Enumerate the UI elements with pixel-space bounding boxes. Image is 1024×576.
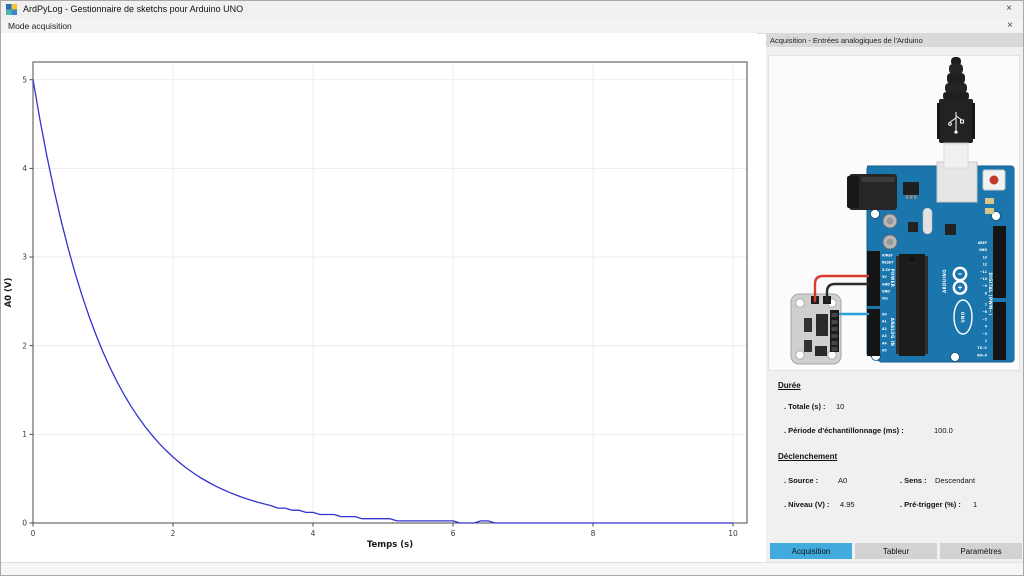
- power-label: POWER: [890, 269, 895, 288]
- analog-in-label: ANALOG IN: [890, 318, 895, 346]
- svg-text:3: 3: [22, 253, 27, 262]
- power-jack: [847, 174, 897, 210]
- chart-figure: 0 2 4 6 8 10 0 1 2 3 4 5 Temps (s) A0 (V): [0, 33, 757, 562]
- svg-text:Temps (s): Temps (s): [367, 540, 413, 550]
- svg-text:10: 10: [728, 529, 738, 538]
- source-label: . Source :: [784, 476, 818, 485]
- svg-text:~6: ~6: [982, 310, 988, 314]
- niveau-value: 4.95: [840, 500, 855, 509]
- totale-value: 10: [836, 402, 844, 411]
- title-bar: ArdPyLog - Gestionnaire de sketchs pour …: [0, 0, 1024, 19]
- periode-label: . Période d'échantillonnage (ms) :: [784, 426, 904, 435]
- svg-text:~9: ~9: [982, 284, 988, 288]
- svg-text:3.3V: 3.3V: [882, 268, 891, 272]
- svg-text:A0: A0: [882, 313, 887, 317]
- digital-pwm-label: DIGITAL (PWM~): [988, 273, 993, 316]
- arduino-board: IOREF RESET 3.3V 5V GND GND Vin A0 A1 A2 A3 A4 A5 ARE…: [847, 144, 1014, 362]
- menu-mode-acquisition[interactable]: Mode acquisition: [0, 18, 80, 33]
- svg-text:6: 6: [451, 529, 456, 538]
- digital-header-bottom: [993, 302, 1006, 360]
- totale-label: . Totale (s) :: [784, 402, 826, 411]
- svg-text:GND: GND: [979, 248, 987, 252]
- duree-heading: Durée: [778, 381, 801, 390]
- sensor-module: [791, 294, 841, 364]
- acquisition-chart: 0 2 4 6 8 10 0 1 2 3 4 5 Temps (s) A0 (V): [0, 33, 757, 562]
- tab-tableur[interactable]: Tableur: [855, 543, 937, 559]
- svg-text:A3: A3: [882, 334, 887, 338]
- svg-text:~10: ~10: [980, 277, 988, 281]
- power-header: [867, 251, 880, 306]
- panel-tab-bar: Acquisition Tableur Paramètres: [766, 543, 1024, 559]
- menu-bar: Mode acquisition ×: [0, 18, 1024, 34]
- svg-text:0: 0: [22, 519, 27, 528]
- svg-text:A2: A2: [882, 327, 887, 331]
- svg-text:~3: ~3: [982, 332, 987, 336]
- svg-text:13: 13: [983, 255, 987, 259]
- app-icon: [6, 4, 17, 15]
- source-value: A0: [838, 476, 847, 485]
- panel-header: Acquisition - Entrées analogiques de l'A…: [766, 33, 1024, 47]
- niveau-label: . Niveau (V) :: [784, 500, 829, 509]
- svg-text:A0 (V): A0 (V): [4, 277, 14, 307]
- arduino-uno-illustration: IOREF RESET 3.3V 5V GND GND Vin A0 A1 A2 A3 A4 A5 ARE…: [769, 56, 1019, 370]
- svg-text:~11: ~11: [980, 270, 987, 274]
- svg-text:4: 4: [22, 164, 27, 173]
- arduino-wiring-image: IOREF RESET 3.3V 5V GND GND Vin A0 A1 A2 A3 A4 A5 ARE…: [768, 55, 1020, 371]
- pretrigger-label: . Pré-trigger (%) :: [900, 500, 961, 509]
- pretrigger-value: 1: [973, 500, 977, 509]
- svg-text:1: 1: [22, 430, 27, 439]
- svg-text:RESET: RESET: [882, 261, 894, 265]
- svg-text:A5: A5: [882, 349, 887, 353]
- dock-close-icon[interactable]: ×: [1003, 19, 1017, 32]
- window-title: ArdPyLog - Gestionnaire de sketchs pour …: [23, 4, 243, 14]
- svg-text:2: 2: [171, 529, 176, 538]
- digital-header-top: [993, 226, 1006, 298]
- svg-text:TX→1: TX→1: [977, 346, 987, 350]
- sens-label: . Sens :: [900, 476, 927, 485]
- reset-button: [983, 170, 1005, 190]
- svg-text:2: 2: [22, 341, 27, 350]
- window-close-icon[interactable]: ×: [1002, 2, 1016, 15]
- svg-text:8: 8: [591, 529, 596, 538]
- periode-value: 100.0: [934, 426, 953, 435]
- svg-text:2: 2: [985, 339, 987, 343]
- declenchement-heading: Déclenchement: [778, 452, 837, 461]
- svg-text:5: 5: [22, 75, 27, 84]
- svg-text:Vin: Vin: [882, 297, 889, 301]
- svg-text:GND: GND: [882, 290, 890, 294]
- svg-text:4: 4: [311, 529, 316, 538]
- arduino-logo-text: ARDUINO: [942, 269, 947, 293]
- svg-text:A1: A1: [882, 320, 887, 324]
- atmega-chip: [896, 254, 928, 356]
- sens-value: Descendant: [935, 476, 975, 485]
- svg-text:A4: A4: [882, 341, 887, 345]
- svg-text:7: 7: [985, 303, 987, 307]
- svg-text:GND: GND: [882, 282, 890, 286]
- svg-text:AREF: AREF: [978, 241, 987, 245]
- uno-text: UNO: [961, 311, 966, 322]
- tab-parametres[interactable]: Paramètres: [940, 543, 1022, 559]
- tab-acquisition[interactable]: Acquisition: [770, 543, 852, 559]
- svg-text:RX←0: RX←0: [977, 353, 988, 357]
- svg-text:0: 0: [31, 529, 36, 538]
- svg-text:IOREF: IOREF: [882, 254, 893, 258]
- acquisition-panel: Acquisition - Entrées analogiques de l'A…: [766, 33, 1024, 562]
- svg-text:12: 12: [983, 263, 987, 267]
- svg-text:5V: 5V: [882, 275, 887, 279]
- svg-text:~5: ~5: [982, 317, 987, 321]
- analog-header: [867, 309, 880, 356]
- status-bar: [0, 562, 1024, 576]
